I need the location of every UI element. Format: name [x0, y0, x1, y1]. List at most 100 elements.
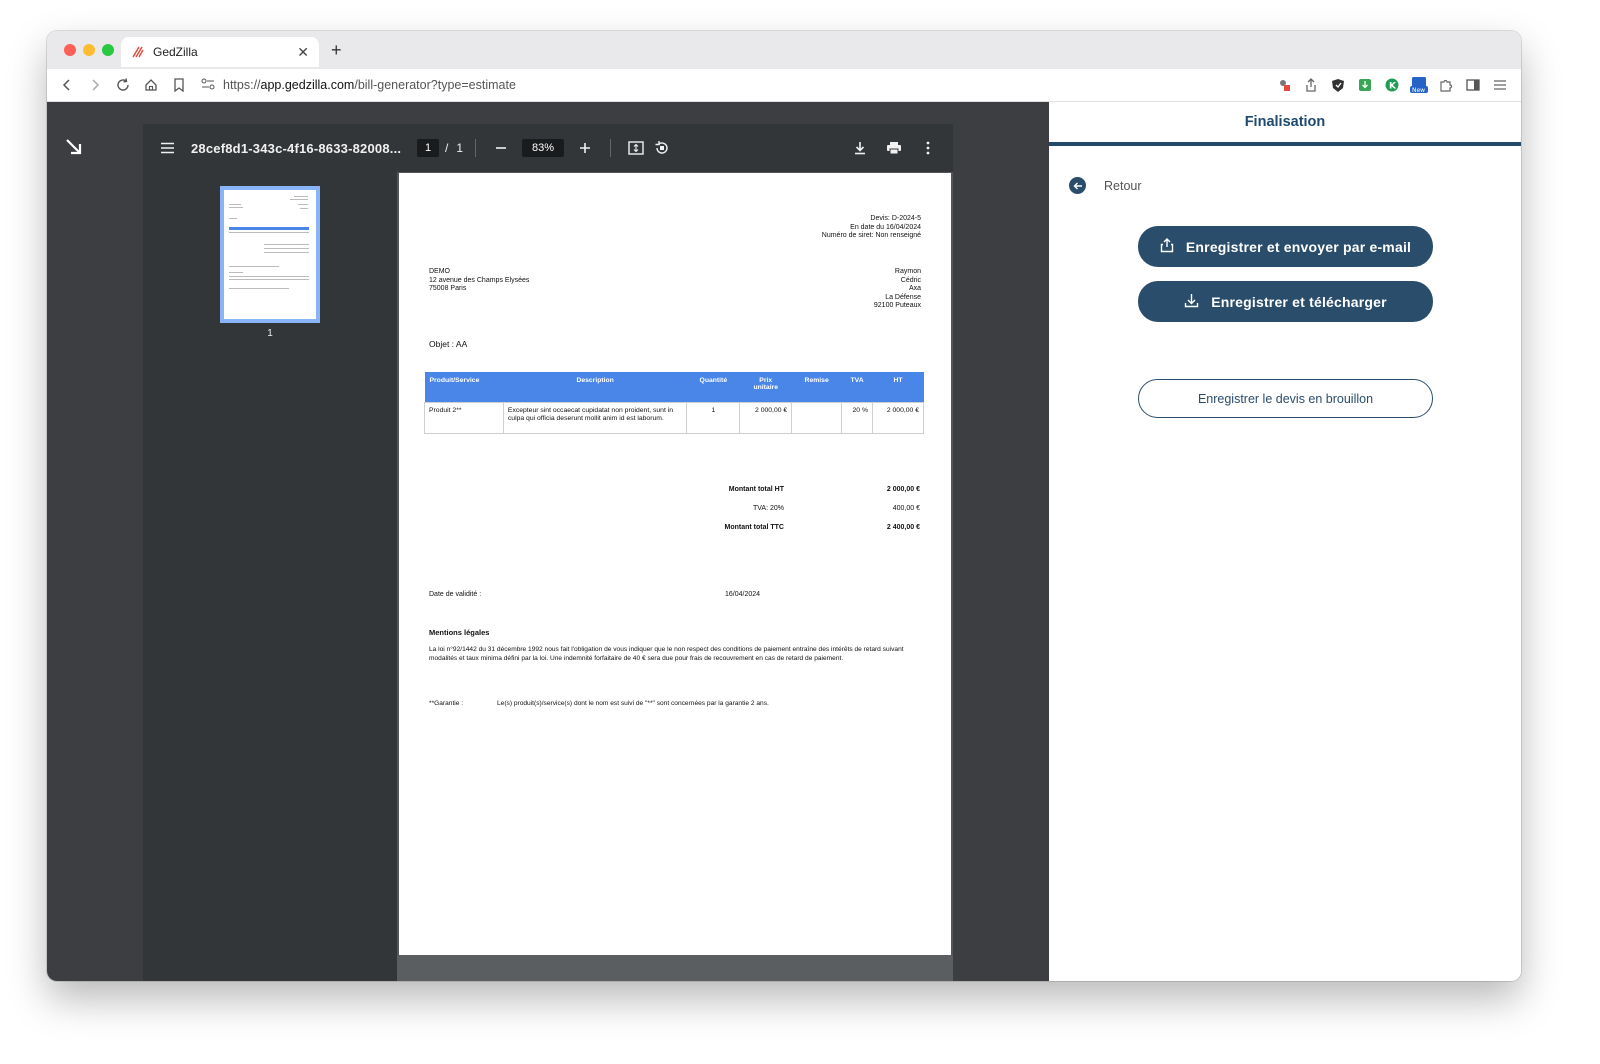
- guarantee-label: **Garantie :: [429, 700, 464, 707]
- gedzilla-favicon-icon: [131, 45, 145, 59]
- sender-address: DEMO 12 avenue des Champs Elysées 75008 …: [429, 268, 529, 294]
- save-and-email-label: Enregistrer et envoyer par e-mail: [1185, 238, 1412, 255]
- page-separator: /: [445, 141, 449, 155]
- pdf-download-icon[interactable]: [847, 135, 873, 161]
- total-ht-value: 2 000,00 €: [886, 486, 920, 493]
- recipient-address: Raymon Cédric Axa La Défense 92100 Putea…: [874, 268, 921, 311]
- cell-tva: 20 %: [841, 401, 874, 434]
- pdf-toolbar: 28cef8d1-343c-4f16-8633-82008... 1 / 1 8…: [143, 124, 953, 172]
- home-icon[interactable]: [137, 71, 165, 99]
- minimize-window-button[interactable]: [83, 44, 95, 56]
- cell-discount: [791, 401, 843, 434]
- sender-name: DEMO: [429, 268, 450, 275]
- pdf-viewer: 28cef8d1-343c-4f16-8633-82008... 1 / 1 8…: [143, 124, 953, 981]
- browser-window: GedZilla ✕ + https:// app.gedzilla.com /…: [47, 31, 1521, 981]
- more-options-icon[interactable]: [915, 135, 941, 161]
- print-icon[interactable]: [881, 135, 907, 161]
- cell-description: Excepteur sint occaecat cupidatat non pr…: [502, 401, 688, 434]
- svg-text:New: New: [1412, 87, 1425, 94]
- toolbar-divider: [475, 139, 477, 157]
- legal-mentions-title: Mentions légales: [429, 628, 490, 637]
- total-ht-label: Montant total HT: [728, 486, 784, 493]
- zoom-in-icon[interactable]: [572, 135, 598, 161]
- unit-price-label-2: unitaire: [753, 384, 779, 391]
- recipient-line: Raymon: [894, 268, 921, 275]
- total-ttc-label: Montant total TTC: [724, 524, 785, 531]
- cell-product: Produit 2**: [424, 401, 504, 434]
- sidebar-toggle-icon[interactable]: [1462, 74, 1484, 96]
- pdf-menu-icon[interactable]: [143, 142, 191, 154]
- document-header: Devis: D-2024-5 En date du 16/04/2024 Nu…: [822, 215, 921, 241]
- extension-blocker-icon[interactable]: [1273, 74, 1295, 96]
- sender-city: 75008 Paris: [429, 285, 467, 292]
- totals-block: Montant total HT 2 000,00 € TVA: 20% 400…: [644, 480, 924, 537]
- back-label: Retour: [1104, 178, 1142, 193]
- back-link[interactable]: Retour: [1069, 177, 1142, 194]
- page-content: 28cef8d1-343c-4f16-8633-82008... 1 / 1 8…: [47, 102, 1521, 981]
- col-header-quantity: Quantité: [686, 372, 740, 402]
- guarantee-text: Le(s) produit(s)/service(s) dont le nom …: [497, 700, 769, 707]
- col-header-description: Description: [503, 372, 687, 402]
- tab-title: GedZilla: [153, 45, 198, 59]
- siret-number: Numéro de siret: Non renseigné: [821, 232, 921, 239]
- save-draft-button[interactable]: Enregistrer le devis en brouillon: [1138, 379, 1433, 418]
- rotate-icon[interactable]: [649, 135, 675, 161]
- save-and-download-button[interactable]: Enregistrer et télécharger: [1138, 281, 1433, 322]
- extension-download-icon[interactable]: [1354, 74, 1376, 96]
- extensions-puzzle-icon[interactable]: [1435, 74, 1457, 96]
- tva-row: TVA: 20% 400,00 €: [644, 499, 924, 518]
- thumbnail-page-number: 1: [267, 328, 273, 339]
- bookmark-icon[interactable]: [165, 71, 193, 99]
- validity-date: Date de validité : 16/04/2024: [429, 591, 789, 598]
- total-pages: 1: [456, 141, 464, 155]
- devis-date: En date du 16/04/2024: [850, 223, 921, 231]
- page-number-input[interactable]: 1: [417, 139, 439, 157]
- tva-label: TVA: 20%: [753, 505, 784, 512]
- tab-close-icon[interactable]: ✕: [297, 44, 309, 61]
- close-window-button[interactable]: [64, 44, 76, 56]
- tab-gedzilla[interactable]: GedZilla ✕: [121, 37, 319, 67]
- pdf-thumbnail-sidebar: 1: [143, 172, 397, 981]
- site-settings-icon[interactable]: [201, 78, 215, 93]
- brave-shield-icon[interactable]: [1327, 74, 1349, 96]
- cell-quantity: 1: [686, 401, 741, 434]
- sender-street: 12 avenue des Champs Elysées: [429, 276, 530, 284]
- extension-k-icon[interactable]: K: [1381, 74, 1403, 96]
- devis-number: Devis: D-2024-5: [870, 215, 921, 222]
- zoom-input[interactable]: 83%: [522, 139, 565, 157]
- download-icon: [1184, 293, 1199, 311]
- forward-icon[interactable]: [81, 71, 109, 99]
- pdf-file-name: 28cef8d1-343c-4f16-8633-82008...: [191, 140, 402, 156]
- fit-page-icon[interactable]: [623, 135, 649, 161]
- tva-value: 400,00 €: [892, 505, 920, 512]
- zoom-out-icon[interactable]: [488, 135, 514, 161]
- recipient-line: La Défense: [885, 293, 921, 301]
- unit-price-label-1: Prix: [759, 377, 773, 384]
- share-icon[interactable]: [1300, 74, 1322, 96]
- reload-icon[interactable]: [109, 71, 137, 99]
- url-host: app.gedzilla.com: [260, 78, 355, 92]
- url-path: /bill-generator?type=estimate: [354, 78, 516, 92]
- save-and-email-button[interactable]: Enregistrer et envoyer par e-mail: [1138, 226, 1433, 267]
- address-bar[interactable]: https://app.gedzilla.com/bill-generator?…: [201, 72, 1270, 98]
- pdf-page: Devis: D-2024-5 En date du 16/04/2024 Nu…: [399, 173, 951, 955]
- page-thumbnail[interactable]: [220, 186, 320, 323]
- recipient-line: Cédric: [900, 276, 921, 284]
- extension-new-icon[interactable]: New: [1408, 74, 1430, 96]
- guarantee-note: **Garantie : Le(s) produit(s)/service(s)…: [429, 700, 769, 707]
- menu-hamburger-icon[interactable]: [1489, 74, 1511, 96]
- url-scheme: https://: [223, 78, 261, 92]
- pdf-scroll-area: [397, 955, 953, 981]
- back-icon[interactable]: [53, 71, 81, 99]
- maximize-window-button[interactable]: [102, 44, 114, 56]
- new-tab-button[interactable]: +: [331, 40, 342, 61]
- cell-ht: 2 000,00 €: [872, 401, 924, 434]
- col-header-tva: TVA: [841, 372, 873, 402]
- legal-mentions-text: La loi n°92/1442 du 31 décembre 1992 nou…: [429, 646, 904, 662]
- collapse-arrow-icon[interactable]: [65, 138, 83, 162]
- validity-value: 16/04/2024: [725, 591, 761, 598]
- svg-text:K: K: [1389, 82, 1397, 92]
- col-header-ht: HT: [872, 372, 924, 402]
- total-ht-row: Montant total HT 2 000,00 €: [644, 480, 924, 499]
- devis-objet: Objet : AA: [429, 339, 468, 349]
